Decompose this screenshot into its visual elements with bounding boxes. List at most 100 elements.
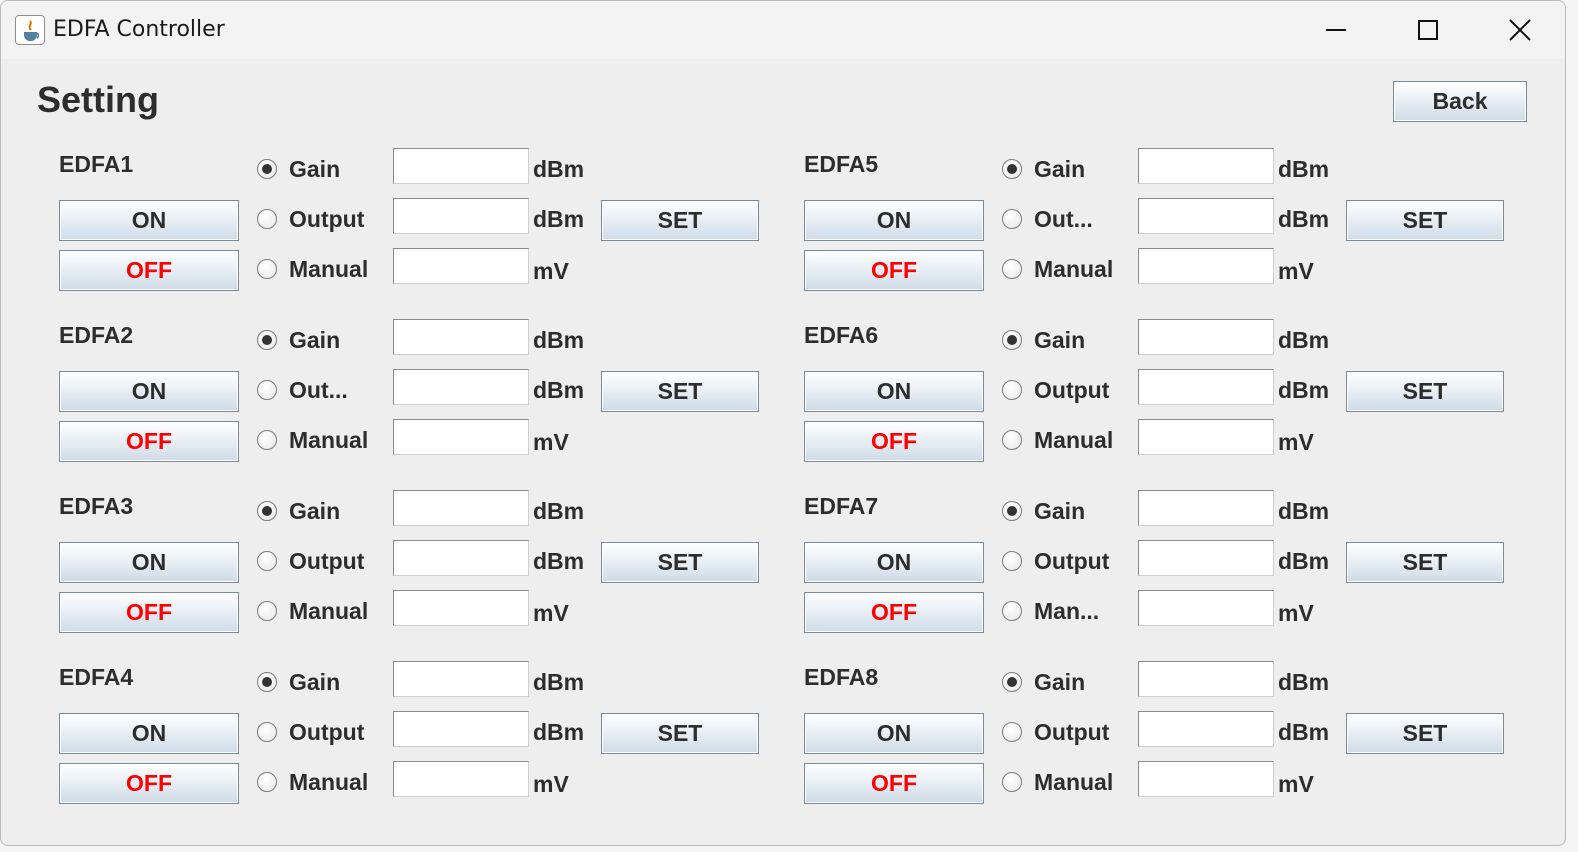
on-button[interactable]: ON [804, 542, 984, 583]
manual-input[interactable] [1138, 419, 1274, 455]
output-radio-option[interactable]: Out... [1002, 204, 1093, 234]
set-button[interactable]: SET [1346, 371, 1504, 412]
output-radio-option[interactable]: Output [1002, 375, 1109, 405]
output-radio-option[interactable]: Out... [257, 375, 348, 405]
on-button[interactable]: ON [59, 371, 239, 412]
manual-radio[interactable] [1002, 259, 1022, 279]
gain-radio[interactable] [1002, 672, 1022, 692]
set-button[interactable]: SET [1346, 542, 1504, 583]
output-input[interactable] [1138, 540, 1274, 576]
on-button[interactable]: ON [804, 200, 984, 241]
off-button[interactable]: OFF [59, 421, 239, 462]
manual-input[interactable] [1138, 761, 1274, 797]
gain-input[interactable] [393, 319, 529, 355]
output-input[interactable] [393, 711, 529, 747]
manual-radio-option[interactable]: Man... [1002, 596, 1099, 626]
gain-input[interactable] [1138, 661, 1274, 697]
gain-input[interactable] [393, 661, 529, 697]
manual-radio-option[interactable]: Manual [1002, 425, 1113, 455]
manual-input[interactable] [393, 590, 529, 626]
on-button[interactable]: ON [804, 371, 984, 412]
off-button[interactable]: OFF [804, 250, 984, 291]
back-button[interactable]: Back [1393, 81, 1527, 122]
manual-radio-option[interactable]: Manual [257, 767, 368, 797]
gain-radio-option[interactable]: Gain [1002, 496, 1085, 526]
output-input[interactable] [393, 540, 529, 576]
gain-radio[interactable] [1002, 159, 1022, 179]
title-bar[interactable]: EDFA Controller [1, 1, 1565, 59]
gain-radio[interactable] [257, 672, 277, 692]
set-button[interactable]: SET [601, 200, 759, 241]
off-button[interactable]: OFF [59, 250, 239, 291]
gain-radio-option[interactable]: Gain [257, 154, 340, 184]
output-radio[interactable] [1002, 380, 1022, 400]
on-button[interactable]: ON [59, 542, 239, 583]
set-button[interactable]: SET [1346, 713, 1504, 754]
minimize-button[interactable] [1291, 7, 1381, 53]
gain-radio[interactable] [1002, 330, 1022, 350]
manual-radio-option[interactable]: Manual [257, 596, 368, 626]
output-radio-option[interactable]: Output [1002, 546, 1109, 576]
manual-input[interactable] [393, 419, 529, 455]
manual-input[interactable] [393, 761, 529, 797]
off-button[interactable]: OFF [804, 592, 984, 633]
output-input[interactable] [1138, 198, 1274, 234]
gain-radio-option[interactable]: Gain [1002, 667, 1085, 697]
off-button[interactable]: OFF [804, 763, 984, 804]
gain-radio-option[interactable]: Gain [1002, 325, 1085, 355]
manual-input[interactable] [1138, 590, 1274, 626]
set-button[interactable]: SET [601, 371, 759, 412]
off-button[interactable]: OFF [804, 421, 984, 462]
output-radio-option[interactable]: Output [257, 546, 364, 576]
output-radio[interactable] [257, 209, 277, 229]
gain-input[interactable] [1138, 319, 1274, 355]
gain-radio-option[interactable]: Gain [257, 325, 340, 355]
gain-radio-option[interactable]: Gain [1002, 154, 1085, 184]
gain-radio[interactable] [257, 501, 277, 521]
close-button[interactable] [1475, 7, 1565, 53]
output-radio[interactable] [257, 551, 277, 571]
output-radio[interactable] [257, 722, 277, 742]
on-button[interactable]: ON [59, 200, 239, 241]
output-radio[interactable] [1002, 551, 1022, 571]
output-radio-option[interactable]: Output [1002, 717, 1109, 747]
output-input[interactable] [393, 369, 529, 405]
output-radio-option[interactable]: Output [257, 204, 364, 234]
manual-input[interactable] [393, 248, 529, 284]
manual-radio[interactable] [1002, 772, 1022, 792]
output-radio[interactable] [257, 380, 277, 400]
manual-radio[interactable] [257, 601, 277, 621]
output-input[interactable] [1138, 711, 1274, 747]
set-button[interactable]: SET [1346, 200, 1504, 241]
manual-radio[interactable] [1002, 601, 1022, 621]
gain-input[interactable] [393, 490, 529, 526]
manual-radio-option[interactable]: Manual [1002, 767, 1113, 797]
gain-input[interactable] [393, 148, 529, 184]
output-radio[interactable] [1002, 209, 1022, 229]
output-input[interactable] [1138, 369, 1274, 405]
off-button[interactable]: OFF [59, 763, 239, 804]
manual-radio[interactable] [257, 772, 277, 792]
set-button[interactable]: SET [601, 542, 759, 583]
on-button[interactable]: ON [59, 713, 239, 754]
manual-radio[interactable] [1002, 430, 1022, 450]
output-radio[interactable] [1002, 722, 1022, 742]
manual-radio-option[interactable]: Manual [257, 254, 368, 284]
gain-radio-option[interactable]: Gain [257, 496, 340, 526]
output-input[interactable] [393, 198, 529, 234]
off-button[interactable]: OFF [59, 592, 239, 633]
manual-radio-option[interactable]: Manual [257, 425, 368, 455]
on-button[interactable]: ON [804, 713, 984, 754]
manual-radio-option[interactable]: Manual [1002, 254, 1113, 284]
set-button[interactable]: SET [601, 713, 759, 754]
gain-input[interactable] [1138, 148, 1274, 184]
output-radio-option[interactable]: Output [257, 717, 364, 747]
gain-input[interactable] [1138, 490, 1274, 526]
manual-radio[interactable] [257, 430, 277, 450]
manual-radio[interactable] [257, 259, 277, 279]
manual-input[interactable] [1138, 248, 1274, 284]
gain-radio-option[interactable]: Gain [257, 667, 340, 697]
maximize-button[interactable] [1383, 7, 1473, 53]
gain-radio[interactable] [257, 330, 277, 350]
gain-radio[interactable] [257, 159, 277, 179]
